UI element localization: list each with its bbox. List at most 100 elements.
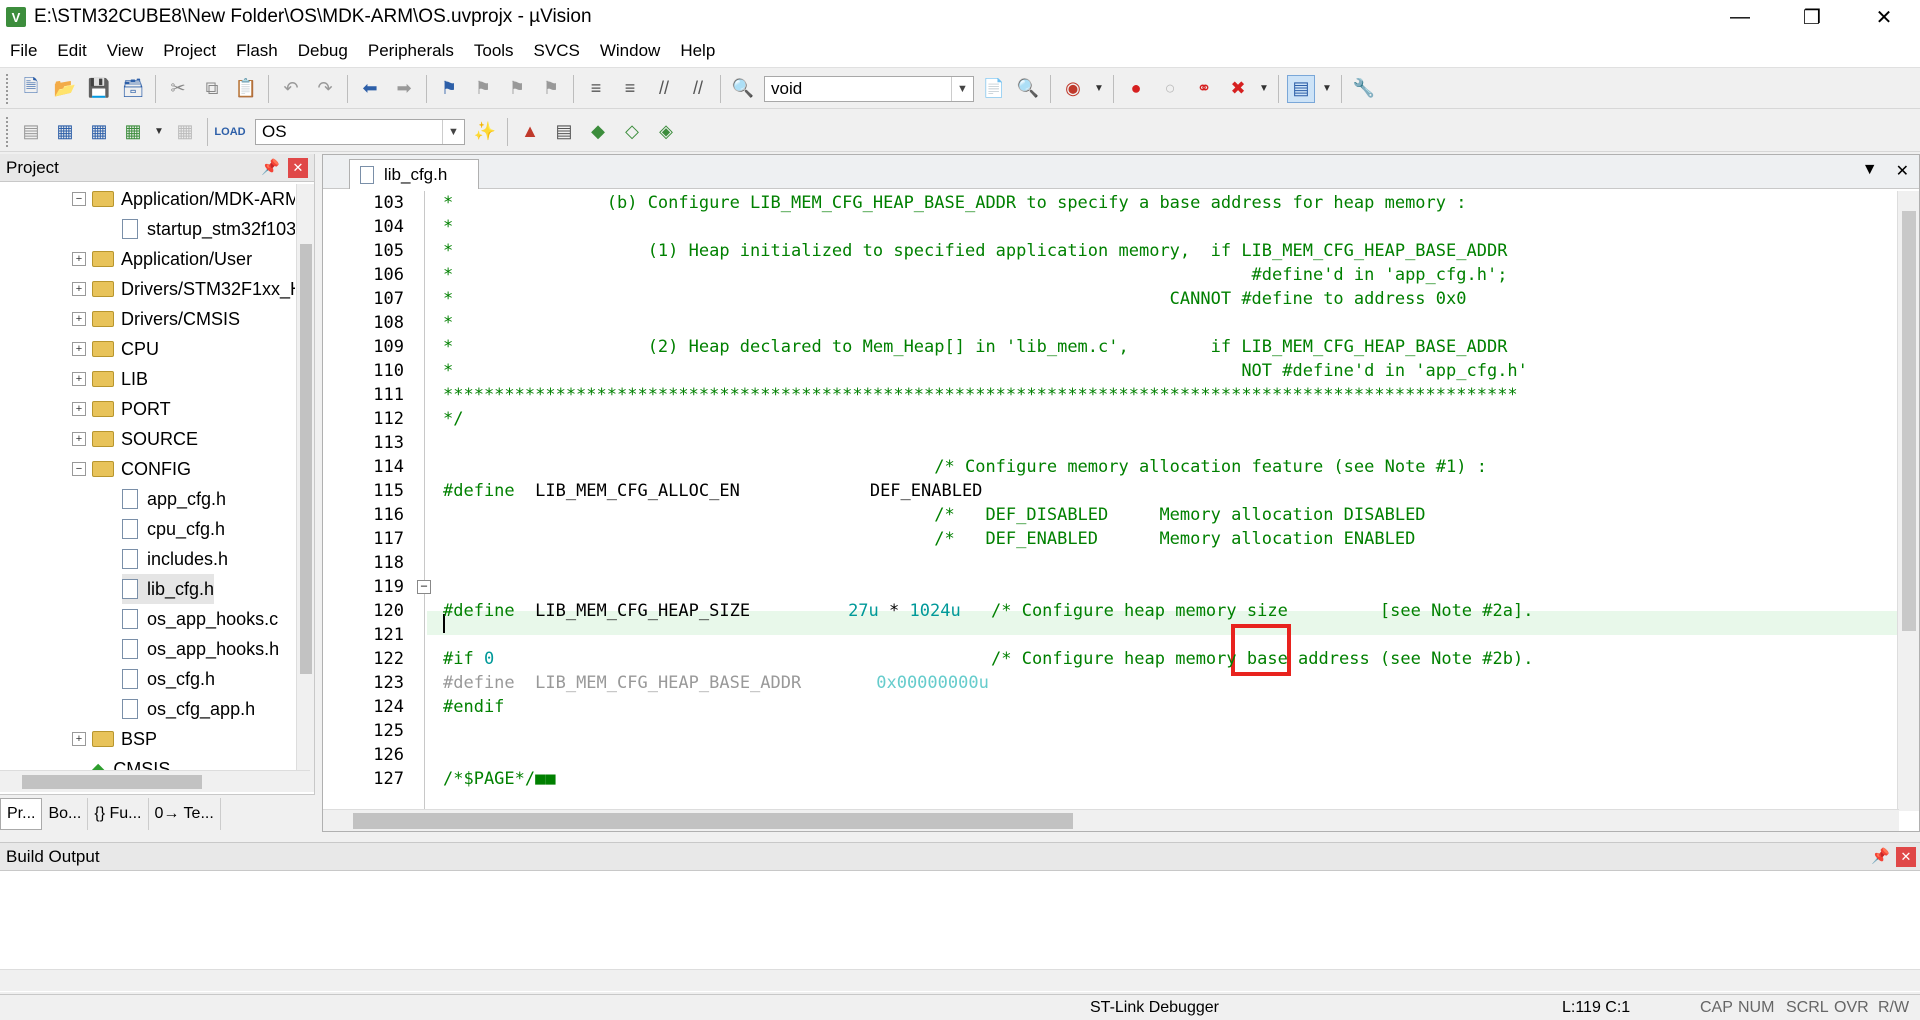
code-line[interactable]: * #define'd in 'app_cfg.h'; <box>443 263 1507 287</box>
find-combo[interactable]: void ▼ <box>764 75 974 102</box>
build-icon[interactable]: ▦ <box>51 118 79 146</box>
incremental-find-icon[interactable]: 📄 <box>980 75 1008 103</box>
tree-item[interactable]: cpu_cfg.h <box>122 514 225 544</box>
select-packs-icon[interactable]: ◈ <box>652 118 680 146</box>
tab-templates[interactable]: 0→ Te... <box>149 797 221 830</box>
close-tab-icon[interactable]: ✕ <box>1896 161 1909 181</box>
cut-icon[interactable]: ✂ <box>164 75 192 103</box>
expand-icon[interactable]: + <box>72 732 86 746</box>
disable-all-breakpoints-icon[interactable]: ⚭ <box>1190 75 1218 103</box>
stop-build-icon[interactable]: ▦ <box>171 118 199 146</box>
clear-bookmarks-icon[interactable]: ⚑ <box>537 75 565 103</box>
code-line[interactable]: * (2) Heap declared to Mem_Heap[] in 'li… <box>443 335 1507 359</box>
translate-icon[interactable]: ▤ <box>17 118 45 146</box>
code-line[interactable]: /* DEF_DISABLED Memory allocation DISABL… <box>443 503 1425 527</box>
code-line[interactable]: #endif <box>443 695 504 719</box>
rebuild-icon[interactable]: ▦ <box>85 118 113 146</box>
tab-books[interactable]: Bo... <box>42 797 89 830</box>
undo-icon[interactable]: ↶ <box>277 75 305 103</box>
file-extensions-icon[interactable]: ▲ <box>516 118 544 146</box>
tree-item[interactable]: os_cfg_app.h <box>122 694 255 724</box>
tree-item[interactable]: os_cfg.h <box>122 664 215 694</box>
save-all-icon[interactable]: 🗃 <box>119 75 147 103</box>
menu-svcs[interactable]: SVCS <box>524 41 590 61</box>
expand-icon[interactable]: + <box>72 432 86 446</box>
scroll-thumb[interactable] <box>353 813 1073 829</box>
project-horizontal-scrollbar[interactable] <box>0 770 310 792</box>
tree-item[interactable]: + Drivers/CMSIS <box>72 304 240 334</box>
indent-icon[interactable]: ≡ <box>582 75 610 103</box>
books-icon[interactable]: ▤ <box>550 118 578 146</box>
menu-edit[interactable]: Edit <box>47 41 96 61</box>
toolbar-grip[interactable] <box>6 116 10 147</box>
code-line[interactable]: #if 0 /* Configure heap memory base addre… <box>443 647 1533 671</box>
code-line[interactable]: #define LIB_MEM_CFG_ALLOC_EN DEF_ENABLED <box>443 479 982 503</box>
menu-project[interactable]: Project <box>153 41 226 61</box>
comment-icon[interactable]: // <box>650 75 678 103</box>
debug-dropdown-icon[interactable]: ▼ <box>1093 75 1105 103</box>
tree-item[interactable]: + CPU <box>72 334 159 364</box>
pack-installer-icon[interactable]: ◇ <box>618 118 646 146</box>
expand-icon[interactable]: + <box>72 402 86 416</box>
open-file-icon[interactable]: 📂 <box>51 75 79 103</box>
expand-icon[interactable]: + <box>72 312 86 326</box>
code-line[interactable]: * <box>443 215 453 239</box>
close-window-button[interactable]: ✕ <box>1848 0 1920 34</box>
kill-breakpoints-icon[interactable]: ✖ <box>1224 75 1252 103</box>
code-line[interactable]: /* DEF_ENABLED Memory allocation ENABLED <box>443 527 1415 551</box>
tree-item[interactable]: includes.h <box>122 544 228 574</box>
close-icon[interactable]: ✕ <box>288 158 308 178</box>
redo-icon[interactable]: ↷ <box>311 75 339 103</box>
chevron-down-icon[interactable]: ▼ <box>951 76 973 101</box>
code-line[interactable]: * <box>443 311 453 335</box>
manage-run-time-icon[interactable]: ◆ <box>584 118 612 146</box>
menu-tools[interactable]: Tools <box>464 41 524 61</box>
navigate-forward-icon[interactable]: ➡ <box>390 75 418 103</box>
fold-toggle-icon[interactable]: − <box>417 580 431 594</box>
tree-item[interactable]: startup_stm32f103xe.s <box>122 214 295 244</box>
menu-file[interactable]: File <box>0 41 47 61</box>
tab-functions[interactable]: {} Fu... <box>88 797 149 830</box>
code-line[interactable]: /*$PAGE*/■■ <box>443 767 556 791</box>
uncomment-icon[interactable]: // <box>684 75 712 103</box>
tree-item[interactable]: + Drivers/STM32F1xx_HAL_Driver <box>72 274 295 304</box>
collapse-icon[interactable]: − <box>72 192 86 206</box>
scroll-thumb[interactable] <box>300 244 312 674</box>
tree-item[interactable]: + Application/User <box>72 244 252 274</box>
pin-icon[interactable]: 📌 <box>1871 847 1890 865</box>
chevron-down-icon[interactable]: ▼ <box>442 119 464 144</box>
window-layout-icon[interactable]: ▤ <box>1287 74 1315 103</box>
code-line[interactable]: */ <box>443 407 463 431</box>
window-layout-dropdown-icon[interactable]: ▼ <box>1321 75 1333 103</box>
tree-item[interactable]: + BSP <box>72 724 157 754</box>
menu-view[interactable]: View <box>97 41 154 61</box>
save-icon[interactable]: 💾 <box>85 75 113 103</box>
tab-list-dropdown-icon[interactable]: ▼ <box>1862 161 1878 181</box>
tree-item[interactable]: lib_cfg.h <box>122 574 215 604</box>
tree-item[interactable]: − CONFIG <box>72 454 191 484</box>
breakpoint-dropdown-icon[interactable]: ▼ <box>1258 75 1270 103</box>
menu-flash[interactable]: Flash <box>226 41 288 61</box>
build-output-scrollbar[interactable] <box>0 969 1920 991</box>
navigate-back-icon[interactable]: ⬅ <box>356 75 384 103</box>
disable-breakpoint-icon[interactable]: ○ <box>1156 75 1184 103</box>
tab-lib-cfg-h[interactable]: lib_cfg.h <box>349 159 479 189</box>
expand-icon[interactable]: + <box>72 342 86 356</box>
close-icon[interactable]: ✕ <box>1896 847 1916 867</box>
code-line[interactable]: * (b) Configure LIB_MEM_CFG_HEAP_BASE_AD… <box>443 191 1467 215</box>
copy-icon[interactable]: ⧉ <box>198 75 226 103</box>
collapse-icon[interactable]: − <box>72 462 86 476</box>
target-options-icon[interactable]: ✨ <box>471 118 499 146</box>
project-vertical-scrollbar[interactable] <box>296 184 314 792</box>
scroll-thumb[interactable] <box>22 775 202 789</box>
batch-build-icon[interactable]: ▦ <box>119 118 147 146</box>
pin-icon[interactable]: 📌 <box>261 158 280 176</box>
tree-item[interactable]: os_app_hooks.h <box>122 634 279 664</box>
code-line[interactable]: * CANNOT #define to address 0x0 <box>443 287 1467 311</box>
expand-icon[interactable]: + <box>72 282 86 296</box>
menu-debug[interactable]: Debug <box>288 41 358 61</box>
menu-peripherals[interactable]: Peripherals <box>358 41 464 61</box>
expand-icon[interactable]: + <box>72 252 86 266</box>
build-output-text[interactable] <box>0 873 1900 969</box>
code-line[interactable]: ****************************************… <box>443 383 1518 407</box>
